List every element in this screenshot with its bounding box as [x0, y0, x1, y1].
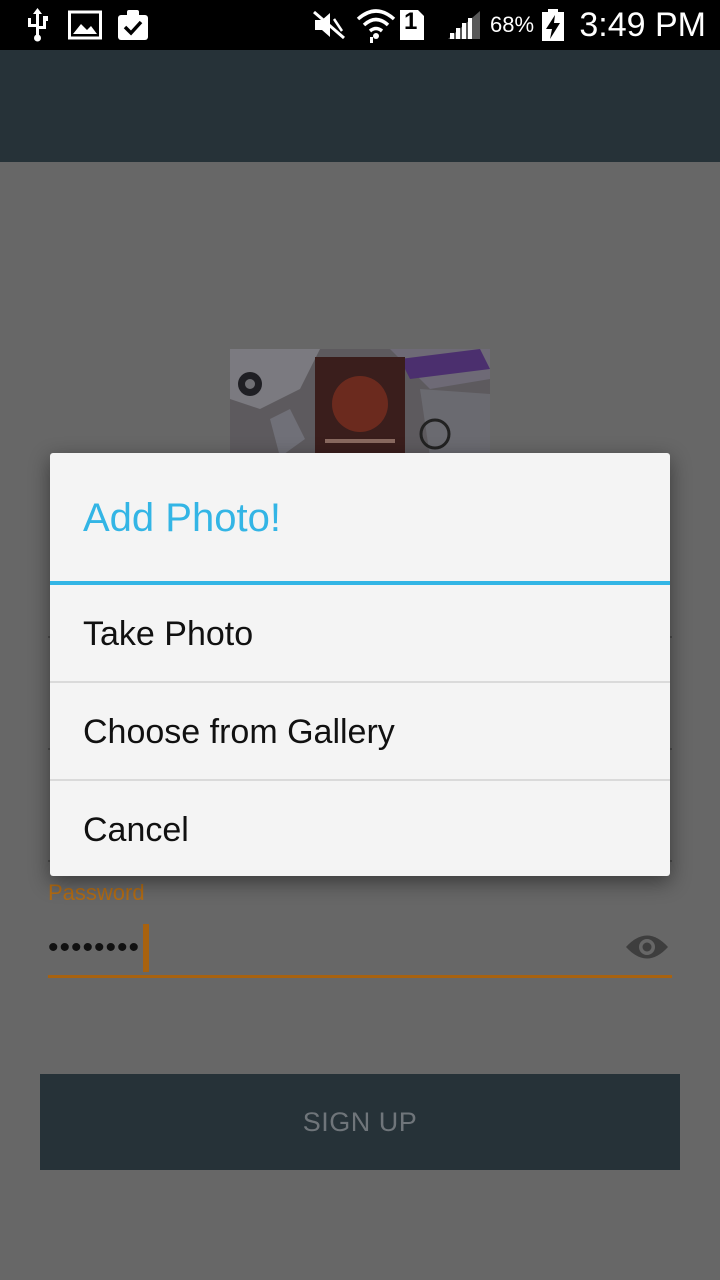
clipboard-check-icon [116, 0, 150, 50]
battery-percent: 68% [490, 12, 535, 37]
status-time: 3:49 PM [579, 5, 706, 44]
password-underline [48, 975, 672, 978]
text-cursor [143, 924, 149, 972]
add-photo-dialog: Add Photo! Take Photo Choose from Galler… [50, 453, 670, 876]
divider [50, 779, 670, 781]
eye-icon[interactable] [624, 930, 670, 964]
cancel-option[interactable]: Cancel [50, 782, 670, 876]
battery-charging-icon [540, 0, 566, 50]
sim-icon: 1 [398, 0, 426, 50]
sign-up-button[interactable]: SIGN UP [40, 1074, 680, 1170]
divider [50, 681, 670, 683]
sim-slot-number: 1 [404, 8, 418, 35]
choose-from-gallery-option[interactable]: Choose from Gallery [50, 684, 670, 780]
image-icon [68, 0, 102, 50]
wifi-icon [356, 0, 396, 50]
app-bar [0, 50, 720, 162]
take-photo-option[interactable]: Take Photo [50, 586, 670, 682]
usb-icon [24, 0, 50, 50]
mute-icon [312, 0, 346, 50]
profile-photo[interactable] [230, 349, 490, 457]
dialog-title-divider [50, 581, 670, 585]
signal-icon [446, 0, 482, 50]
status-bar: 1 68% 3:49 PM [0, 0, 720, 50]
dialog-title: Add Photo! [83, 495, 281, 540]
password-label: Password [48, 880, 145, 905]
password-input[interactable]: •••••••• [48, 930, 140, 966]
